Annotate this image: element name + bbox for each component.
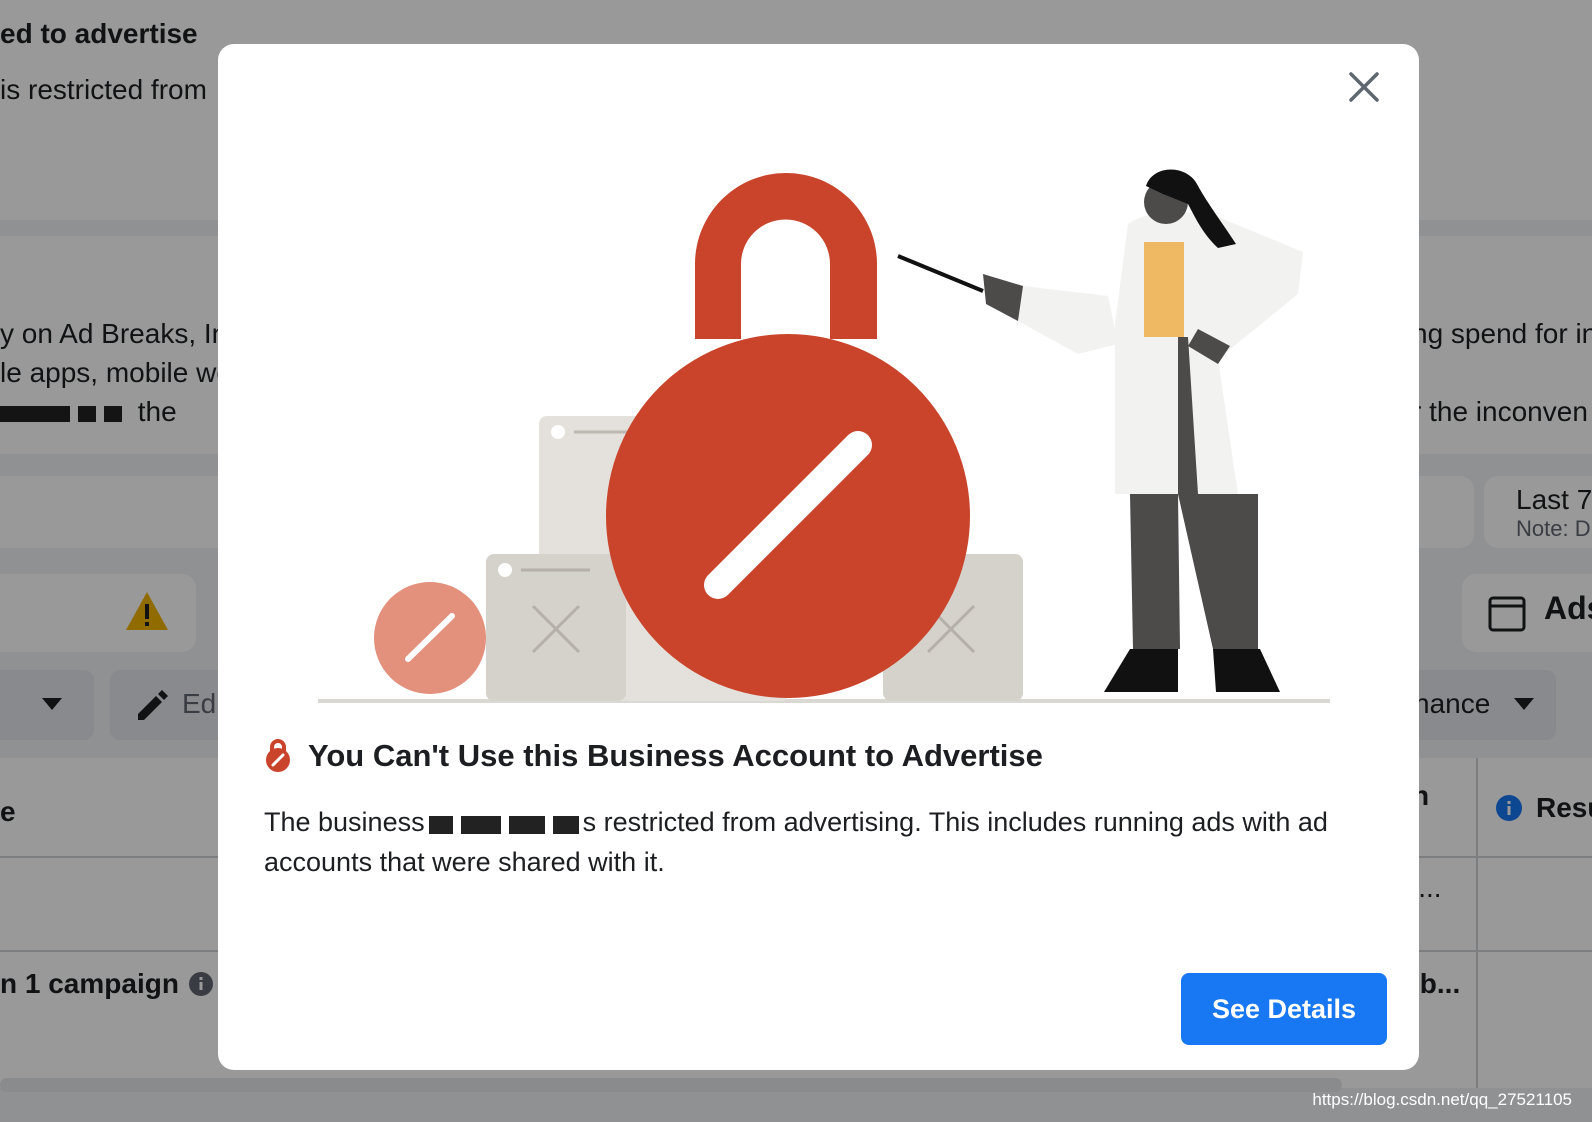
window-dot — [498, 563, 512, 577]
redacted-business-name — [428, 816, 453, 834]
horizontal-scrollbar[interactable] — [0, 1078, 1342, 1092]
person-left-shoe — [1104, 649, 1178, 692]
pointer-stick — [897, 254, 984, 293]
restriction-modal: You Can't Use this Business Account to A… — [218, 44, 1419, 1070]
redacted-business-name — [460, 816, 501, 834]
redacted-business-name — [552, 816, 579, 834]
padlock-shackle — [695, 173, 877, 339]
person-shirt — [1144, 242, 1184, 337]
window-dot — [551, 425, 565, 439]
person-left-leg — [1130, 494, 1180, 649]
person-right-shoe — [1213, 649, 1280, 692]
watermark-url: https://blog.csdn.net/qq_27521105 — [1312, 1090, 1572, 1109]
redacted-business-name — [508, 816, 545, 834]
see-details-button[interactable]: See Details — [1181, 973, 1387, 1045]
close-icon[interactable] — [1341, 64, 1387, 110]
modal-body-text: The business s restricted from advertisin… — [264, 802, 1374, 882]
lock-icon — [266, 739, 290, 772]
person-arm — [1018, 286, 1118, 354]
body-text-prefix: The business — [264, 807, 425, 837]
modal-title: You Can't Use this Business Account to A… — [308, 738, 1043, 773]
modal-title-row: You Can't Use this Business Account to A… — [264, 738, 1043, 774]
locked-account-illustration — [318, 169, 1330, 703]
